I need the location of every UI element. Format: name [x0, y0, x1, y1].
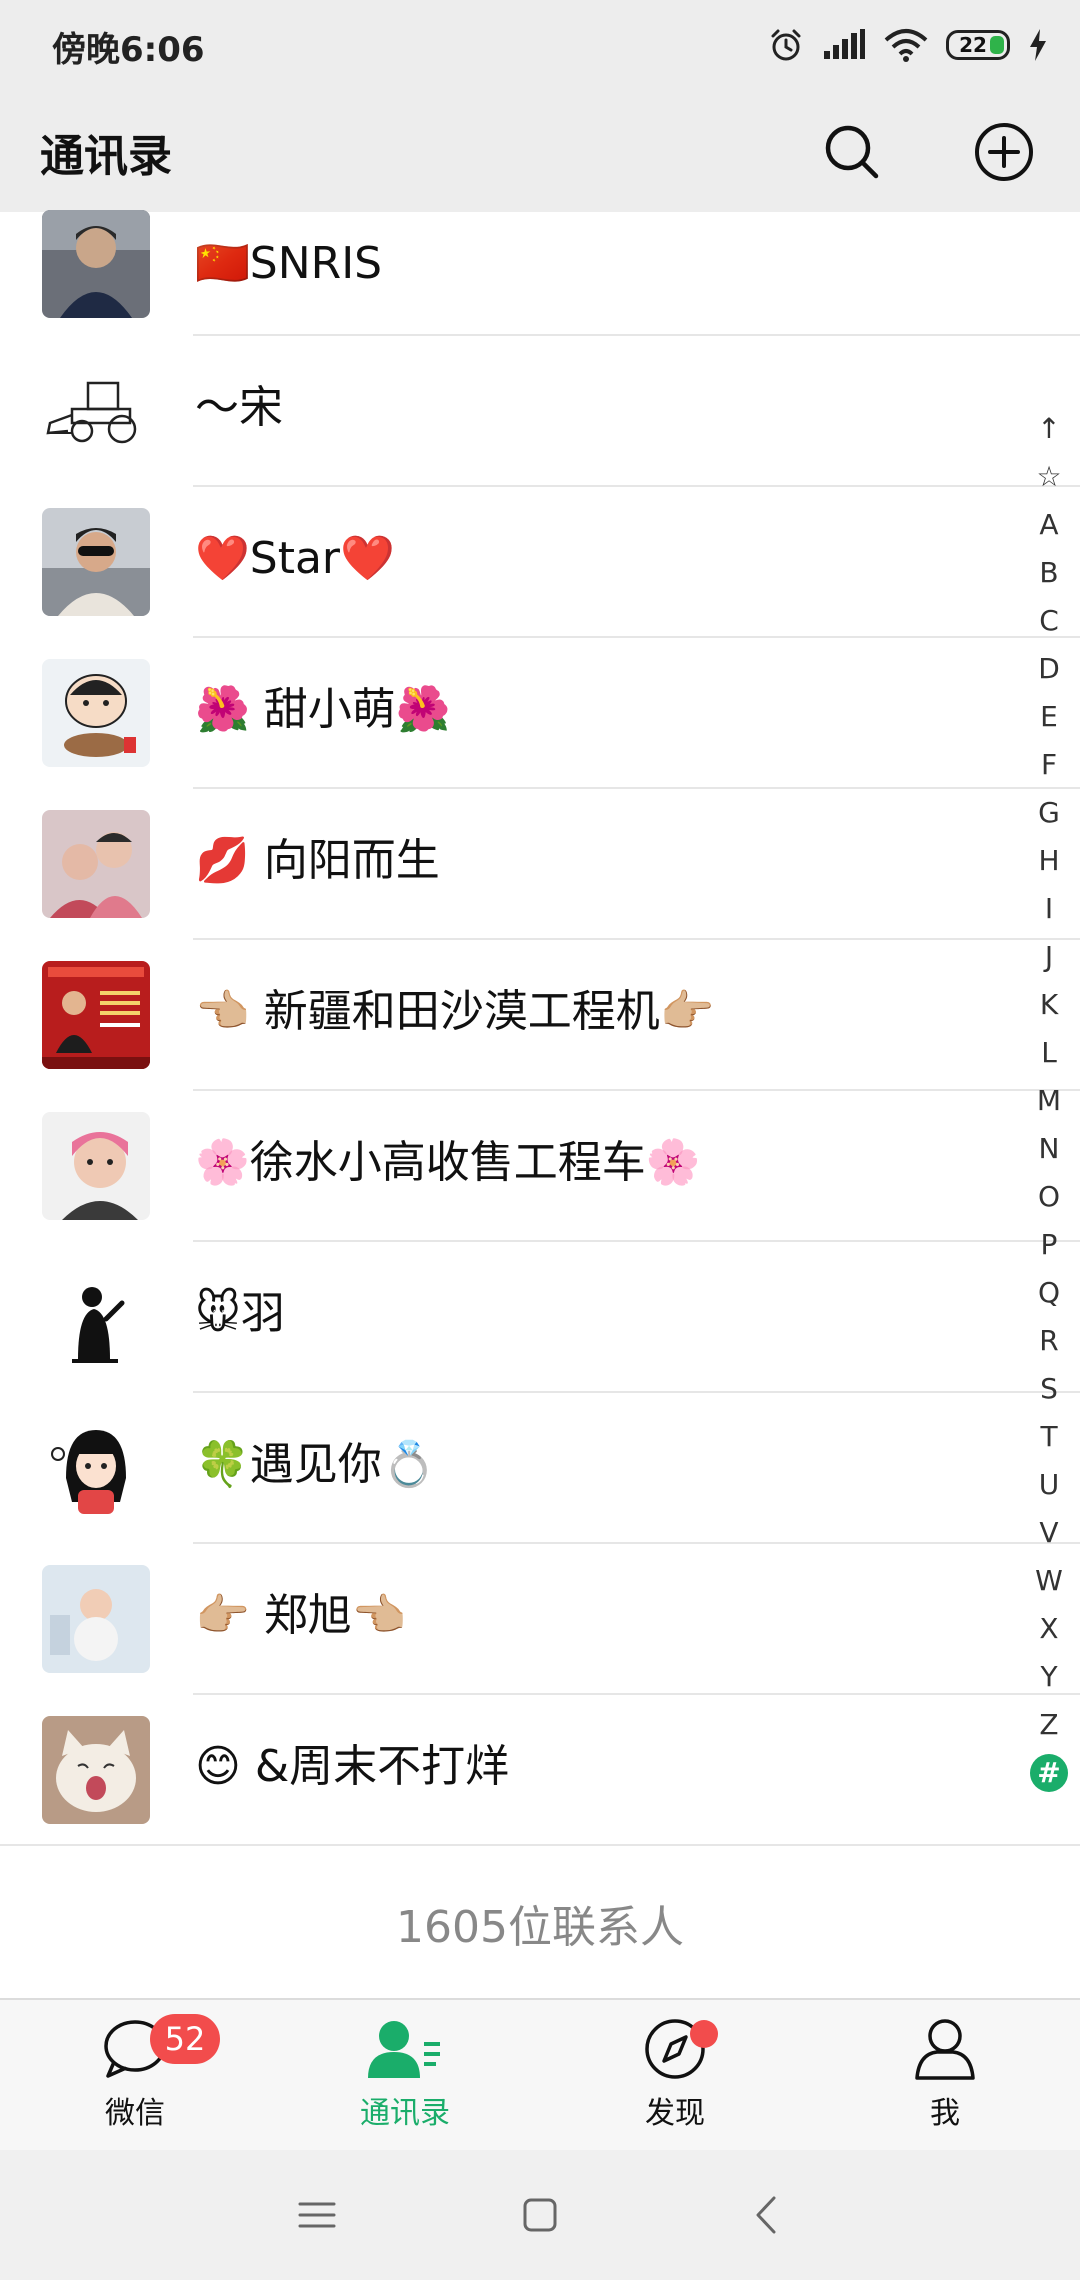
battery-fill — [990, 36, 1004, 54]
alpha-index-item[interactable]: S — [1040, 1365, 1058, 1413]
alpha-index-item[interactable]: ↑ — [1037, 405, 1060, 453]
contact-row[interactable]: 🌸徐水小高收售工程车🌸 — [0, 1091, 1080, 1242]
status-time: 傍晚6:06 — [52, 30, 205, 70]
header: 通讯录 — [0, 92, 1080, 212]
photo-avatar — [42, 508, 150, 616]
alpha-index-item[interactable]: M — [1037, 1077, 1061, 1125]
photo-avatar — [42, 810, 150, 918]
alpha-index-item[interactable]: H — [1038, 837, 1059, 885]
alpha-index-item[interactable]: I — [1045, 885, 1053, 933]
signal-icon — [824, 29, 865, 59]
tab-discover[interactable]: 发现 — [540, 2000, 810, 2150]
baby-photo-avatar — [42, 1565, 150, 1673]
contact-name: 😊 &周末不打烊 — [195, 1741, 510, 1792]
system-nav-bar — [0, 2150, 1080, 2280]
home-icon[interactable] — [515, 2190, 565, 2240]
alpha-index-item[interactable]: G — [1038, 789, 1060, 837]
cat-photo-avatar — [42, 1716, 150, 1824]
tab-label: 我 — [930, 2096, 960, 2131]
add-icon[interactable] — [972, 120, 1036, 184]
contact-row[interactable]: 👉🏼 郑旭👈🏼 — [0, 1544, 1080, 1695]
alpha-index-item[interactable]: J — [1045, 933, 1053, 981]
tab-label: 发现 — [645, 2096, 705, 2131]
charging-icon — [1030, 29, 1046, 61]
alpha-index-item[interactable]: F — [1041, 741, 1057, 789]
tab-label: 通讯录 — [360, 2096, 450, 2131]
alpha-index-item[interactable]: W — [1035, 1557, 1063, 1605]
silhouette-avatar — [42, 1263, 150, 1371]
contact-row[interactable]: 🐭羽 — [0, 1242, 1080, 1393]
battery-icon: 22 — [946, 30, 1010, 60]
alarm-icon — [771, 29, 801, 61]
contacts-icon — [368, 2021, 440, 2078]
alpha-index-item[interactable]: U — [1039, 1461, 1060, 1509]
photo-avatar — [42, 1112, 150, 1220]
battery-level: 22 — [959, 33, 987, 57]
person-icon — [915, 2019, 975, 2080]
contact-row[interactable]: 🇨🇳SNRIS — [0, 210, 1080, 336]
tab-me[interactable]: 我 — [810, 2000, 1080, 2150]
alpha-index-item[interactable]: R — [1039, 1317, 1058, 1365]
alpha-index-item[interactable]: L — [1041, 1029, 1057, 1077]
contact-row[interactable]: 👈🏼 新疆和田沙漠工程机👉🏼 — [0, 940, 1080, 1091]
alpha-index-item[interactable]: P — [1041, 1221, 1058, 1269]
tab-chats[interactable]: 52 微信 — [0, 2000, 270, 2150]
alpha-index-item[interactable]: E — [1040, 693, 1058, 741]
contact-name: 💋 向阳而生 — [195, 835, 440, 886]
contact-row[interactable]: ～宋 — [0, 336, 1080, 487]
tab-contacts[interactable]: 通讯录 — [270, 2000, 540, 2150]
contact-name: 🐭羽 — [195, 1288, 285, 1339]
cartoon-girl-avatar — [42, 1414, 150, 1522]
page-title: 通讯录 — [40, 131, 172, 182]
alpha-index-item[interactable]: Q — [1038, 1269, 1060, 1317]
contact-list: 🇨🇳SNRIS ～宋 ❤️Star❤️ 🌺 甜小萌🌺 💋 向阳而生 👈🏼 新疆和… — [0, 210, 1080, 1846]
alpha-index-item-active[interactable]: # — [1030, 1754, 1068, 1792]
contact-name: 🌺 甜小萌🌺 — [195, 684, 451, 735]
ad-avatar — [42, 961, 150, 1069]
notification-dot — [690, 2020, 718, 2048]
photo-avatar — [42, 210, 150, 318]
loader-sketch-avatar — [42, 357, 150, 465]
alpha-index-item[interactable]: B — [1039, 549, 1058, 597]
contact-row[interactable]: ❤️Star❤️ — [0, 487, 1080, 638]
contact-name: 🌸徐水小高收售工程车🌸 — [195, 1137, 701, 1188]
alphabet-index[interactable]: ↑ ☆ A B C D E F G H I J K L M N O P Q R … — [1028, 405, 1070, 1792]
contact-row[interactable]: 😊 &周末不打烊 — [0, 1695, 1080, 1846]
alpha-index-item[interactable]: T — [1040, 1413, 1057, 1461]
wifi-icon — [884, 29, 928, 62]
contact-row[interactable]: 💋 向阳而生 — [0, 789, 1080, 940]
back-icon[interactable] — [742, 2190, 792, 2240]
alpha-index-item[interactable]: Y — [1040, 1653, 1057, 1701]
status-bar: 傍晚6:06 22 — [0, 0, 1080, 92]
alpha-index-item[interactable]: C — [1039, 597, 1059, 645]
divider — [0, 1844, 1080, 1846]
search-icon[interactable] — [820, 120, 884, 184]
unread-badge: 52 — [150, 2014, 220, 2064]
contact-name: ～宋 — [195, 382, 283, 433]
status-icons: 22 — [768, 20, 1048, 70]
contact-count: 1605位联系人 — [0, 1848, 1080, 1998]
alpha-index-item[interactable]: N — [1039, 1125, 1060, 1173]
alpha-index-item[interactable]: K — [1040, 981, 1058, 1029]
contact-name: 👈🏼 新疆和田沙漠工程机👉🏼 — [195, 986, 715, 1037]
alpha-index-item[interactable]: V — [1039, 1509, 1058, 1557]
contact-name: 👉🏼 郑旭👈🏼 — [195, 1590, 407, 1641]
tab-label: 微信 — [105, 2096, 165, 2131]
contact-row[interactable]: 🍀遇见你💍 — [0, 1393, 1080, 1544]
contact-name: 🍀遇见你💍 — [195, 1439, 437, 1490]
alpha-index-item[interactable]: O — [1038, 1173, 1060, 1221]
contact-name: ❤️Star❤️ — [195, 533, 395, 584]
alpha-index-item[interactable]: A — [1039, 501, 1058, 549]
bottom-tab-bar: 52 微信 通讯录 发现 我 — [0, 1998, 1080, 2150]
contact-name: 🇨🇳SNRIS — [195, 238, 383, 289]
menu-icon[interactable] — [292, 2190, 342, 2240]
alpha-index-item[interactable]: D — [1038, 645, 1060, 693]
alpha-index-item[interactable]: X — [1039, 1605, 1058, 1653]
contact-row[interactable]: 🌺 甜小萌🌺 — [0, 638, 1080, 789]
cartoon-avatar — [42, 659, 150, 767]
alpha-index-item[interactable]: Z — [1039, 1701, 1058, 1749]
alpha-index-item[interactable]: ☆ — [1036, 453, 1061, 501]
